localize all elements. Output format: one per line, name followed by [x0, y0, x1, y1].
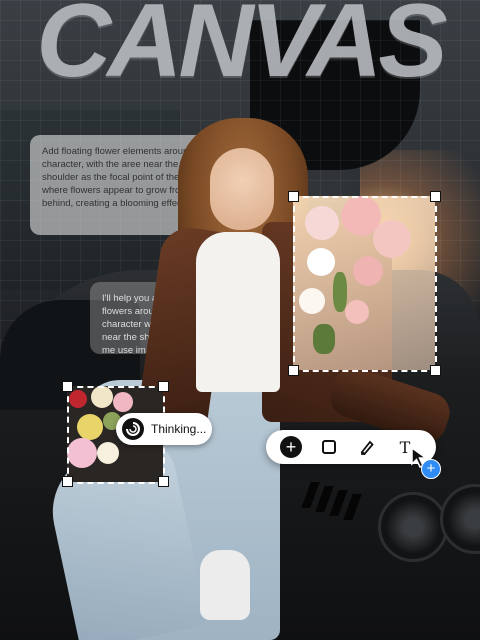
poster-title: CANVAS — [36, 0, 447, 99]
rectangle-icon[interactable] — [318, 436, 340, 458]
resize-handle-bottom-right[interactable] — [430, 365, 441, 376]
resize-handle-top-left[interactable] — [288, 191, 299, 202]
resize-handle-bottom-left[interactable] — [288, 365, 299, 376]
pen-icon[interactable] — [356, 436, 378, 458]
resize-handle-top-right[interactable] — [430, 191, 441, 202]
resize-handle-bottom-left[interactable] — [62, 476, 73, 487]
car-headlight — [378, 492, 448, 562]
resize-handle-top-right[interactable] — [158, 381, 169, 392]
subject-shirt — [196, 232, 280, 392]
selection-box-shoulder[interactable] — [293, 196, 437, 372]
ai-spinner-icon — [122, 418, 144, 440]
thinking-label: Thinking... — [151, 422, 207, 436]
thinking-indicator: Thinking... — [116, 413, 212, 445]
subject-face — [210, 148, 274, 230]
photo-canvas: CANVAS Add floating flower elements arou… — [0, 0, 480, 640]
resize-handle-top-left[interactable] — [62, 381, 73, 392]
subject-shoe — [200, 550, 250, 620]
cursor-add-badge-icon: + — [421, 459, 441, 479]
add-icon[interactable]: + — [280, 436, 302, 458]
resize-handle-bottom-right[interactable] — [158, 476, 169, 487]
